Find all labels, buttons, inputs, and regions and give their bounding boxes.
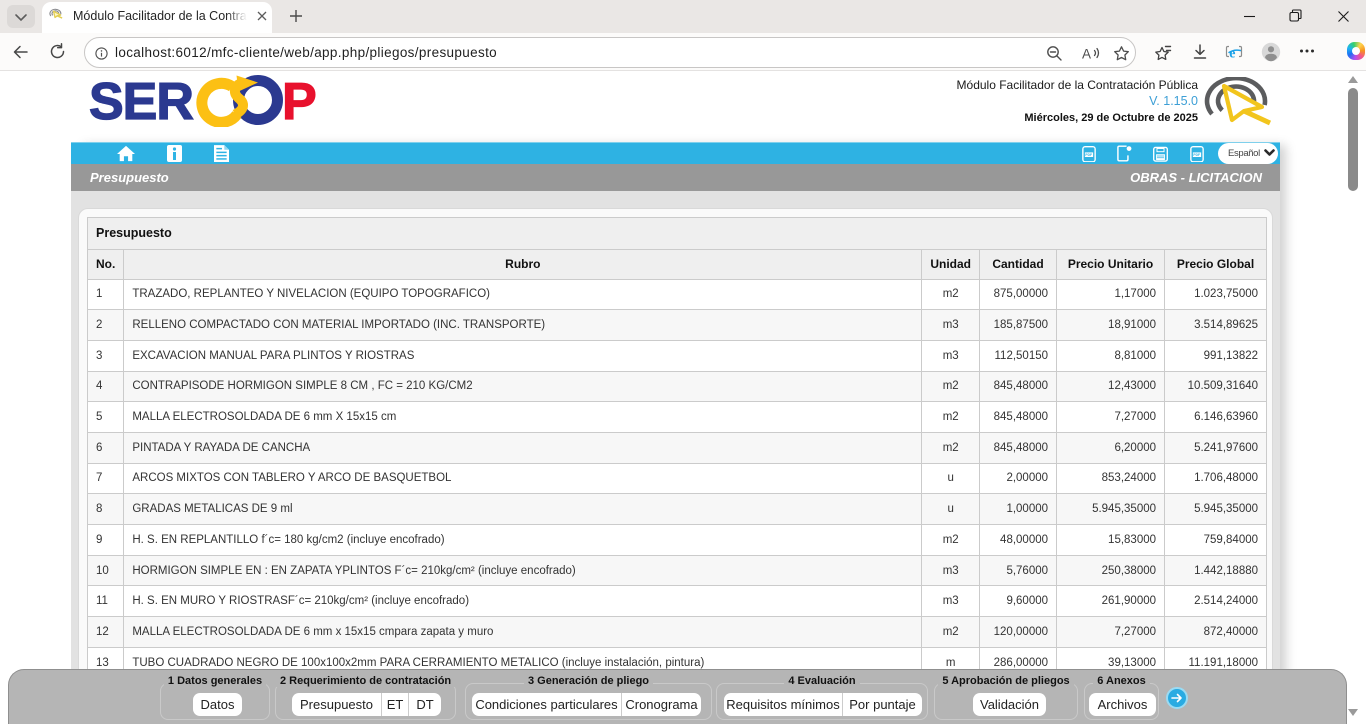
- svg-text:PDF: PDF: [1193, 153, 1200, 157]
- svg-text:P: P: [282, 75, 317, 127]
- svg-text:A: A: [1082, 47, 1091, 62]
- svg-text:PDF: PDF: [1085, 153, 1092, 157]
- svg-text:SER: SER: [89, 75, 193, 127]
- svg-text:e: e: [1229, 47, 1235, 62]
